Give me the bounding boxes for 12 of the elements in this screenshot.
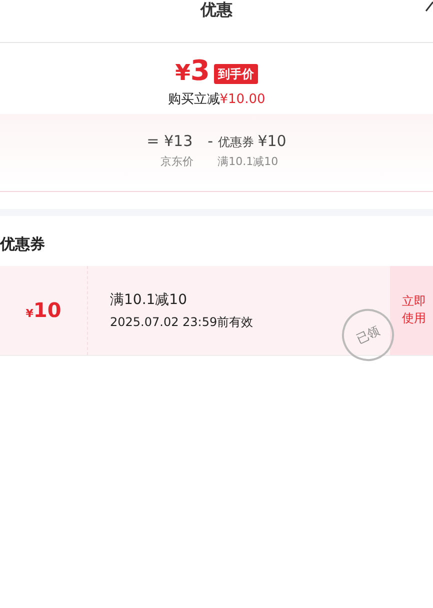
price-badge: 到手价: [214, 64, 258, 84]
saving-text: 购买立减¥10.00: [168, 91, 266, 109]
coupon-value: ¥10: [26, 297, 62, 324]
coupon-validity: 2025.07.02 23:59前有效: [110, 314, 254, 330]
coupon-condition: 满10.1减10: [110, 290, 188, 310]
price-term: - 优惠券 ¥10: [208, 130, 286, 152]
sheet-title: 优惠: [200, 0, 232, 21]
term-label: 京东价: [160, 154, 194, 170]
final-price: ¥3: [175, 57, 210, 89]
price-term: = ¥13: [146, 130, 193, 152]
term-label: 满10.1减10: [216, 154, 278, 170]
use-now-button[interactable]: 立即使用: [390, 266, 433, 354]
